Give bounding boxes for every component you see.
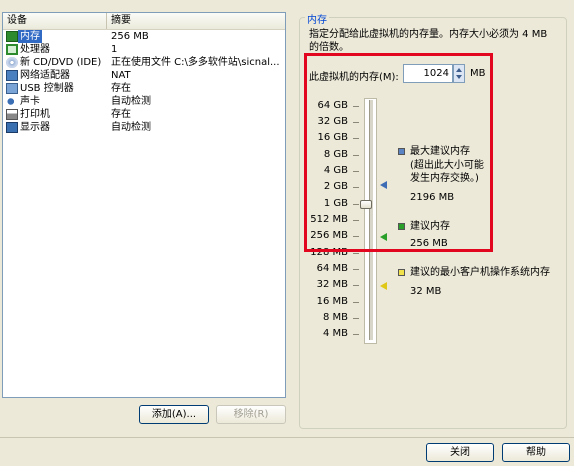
spin-up-icon[interactable] [456,68,462,72]
usb-icon [6,83,18,94]
device-list[interactable]: 设备 摘要 内存 256 MB 处理器 1 新 CD/DVD (IDE) 正在使… [2,12,286,398]
device-row-usb[interactable]: USB 控制器 存在 [3,82,285,95]
tick-label: 8 GB [323,149,348,160]
footer-separator [0,437,574,438]
min-guest-value: 32 MB [410,286,442,297]
tick-mark [353,204,359,205]
device-row-sound[interactable]: 声卡 自动检测 [3,95,285,108]
device-summary: NAT [111,70,131,81]
tick-mark [353,155,359,156]
device-row-memory[interactable]: 内存 256 MB [3,30,285,43]
min-guest-legend-icon [398,269,405,276]
list-header: 设备 摘要 [3,13,285,30]
device-summary: 1 [111,44,118,55]
device-row-cd-dvd[interactable]: 新 CD/DVD (IDE) 正在使用文件 C:\多多软件站\sicnal... [3,56,285,69]
device-name: 处理器 [20,44,50,55]
help-button[interactable]: 帮助 [502,443,570,462]
recommended-value: 256 MB [410,238,448,249]
tick-mark [353,220,359,221]
slider-thumb[interactable] [360,200,372,209]
tick-mark [353,106,359,107]
max-recommended-legend-icon [398,148,405,155]
tick-label: 128 MB [310,247,348,258]
recommended-title: 建议内存 [410,221,450,232]
cpu-icon [6,44,18,55]
device-name: 网络适配器 [20,70,70,81]
device-name: 声卡 [20,96,40,107]
device-row-network[interactable]: 网络适配器 NAT [3,69,285,82]
tick-label: 4 MB [322,328,348,339]
tick-label: 1 GB [323,198,348,209]
tick-label: 512 MB [310,214,348,225]
max-recommended-note: (超出此大小可能发生内存交换。) [410,160,484,184]
device-summary: 存在 [111,109,131,120]
device-summary: 自动检测 [111,122,151,133]
cd-icon [6,57,18,68]
tick-mark [353,138,359,139]
tick-mark [353,171,359,172]
memory-group-title: 内存 [305,11,329,26]
min-guest-title: 建议的最小客户机操作系统内存 [410,267,550,278]
tick-label: 32 MB [316,279,348,290]
sound-icon [6,96,18,107]
printer-icon [6,109,18,120]
tick-mark [353,253,359,254]
recommended-marker-icon [380,233,387,241]
tick-mark [353,318,359,319]
memory-description: 指定分配给此虚拟机的内存量。内存大小必须为 4 MB 的倍数。 [309,29,548,53]
memory-spinner[interactable] [453,64,465,83]
device-name: USB 控制器 [20,83,74,94]
column-header-device[interactable]: 设备 [3,13,107,29]
tick-label: 64 MB [316,263,348,274]
tick-label: 64 GB [317,100,348,111]
tick-mark [353,302,359,303]
display-icon [6,122,18,133]
tick-mark [353,122,359,123]
remove-device-button[interactable]: 移除(R) [216,405,286,424]
device-summary: 存在 [111,83,131,94]
slider-groove [369,100,373,340]
device-row-cpu[interactable]: 处理器 1 [3,43,285,56]
tick-label: 32 GB [317,116,348,127]
tick-label: 4 GB [323,165,348,176]
memory-input-label: 此虚拟机的内存(M): [309,72,399,83]
close-button[interactable]: 关闭 [426,443,494,462]
spin-down-icon[interactable] [456,75,462,79]
device-name: 显示器 [20,122,50,133]
tick-mark [353,187,359,188]
tick-label: 8 MB [322,312,348,323]
tick-mark [353,285,359,286]
device-name: 打印机 [20,109,50,120]
tick-mark [353,334,359,335]
max-recommended-marker-icon [380,181,387,189]
device-summary: 自动检测 [111,96,151,107]
tick-label: 16 GB [317,132,348,143]
memory-icon [6,31,18,42]
max-recommended-value: 2196 MB [410,192,455,203]
device-name: 内存 [18,30,42,43]
recommended-legend-icon [398,223,405,230]
device-summary: 256 MB [111,31,149,42]
tick-mark [353,269,359,270]
max-recommended-title: 最大建议内存 [410,146,470,157]
device-name: 新 CD/DVD (IDE) [20,57,102,68]
tick-label: 256 MB [310,230,348,241]
device-row-printer[interactable]: 打印机 存在 [3,108,285,121]
device-summary: 正在使用文件 C:\多多软件站\sicnal... [111,57,280,68]
memory-unit: MB [470,68,486,79]
min-guest-marker-icon [380,282,387,290]
tick-label: 16 MB [316,296,348,307]
column-header-summary[interactable]: 摘要 [107,13,285,29]
device-row-display[interactable]: 显示器 自动检测 [3,121,285,134]
memory-size-input[interactable]: 1024 [403,64,453,83]
network-icon [6,70,18,81]
add-device-button[interactable]: 添加(A)... [139,405,209,424]
tick-label: 2 GB [323,181,348,192]
tick-mark [353,236,359,237]
slider-scale: 64 GB 32 GB 16 GB 8 GB 4 GB 2 GB 1 GB 51… [302,101,348,341]
